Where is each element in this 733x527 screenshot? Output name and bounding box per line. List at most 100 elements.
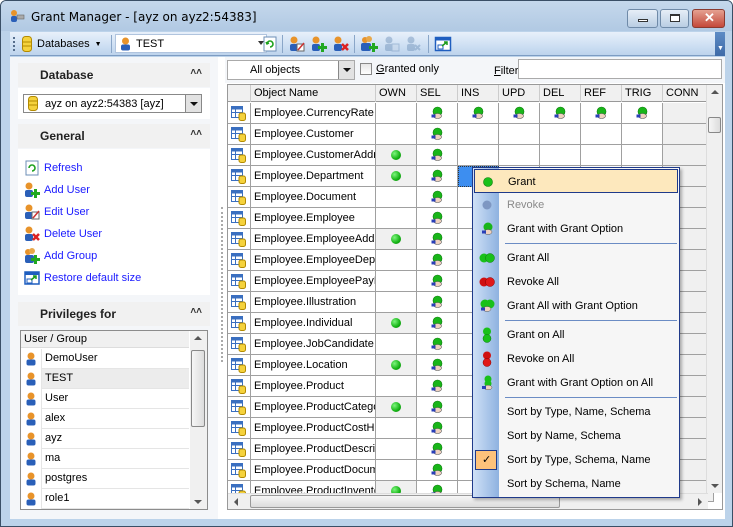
restore-size-icon[interactable] (434, 35, 452, 53)
object-name-cell[interactable]: Employee.ProductCostHi (251, 418, 376, 439)
user-group-column-header[interactable]: User / Group (21, 331, 189, 348)
menu-item-grant[interactable]: Grant (474, 169, 678, 193)
user-list-item[interactable]: TEST (21, 369, 189, 389)
object-name-cell[interactable]: Employee.Illustration (251, 292, 376, 313)
column-header-ref[interactable]: REF (581, 85, 622, 102)
scrollbar-thumb[interactable] (708, 117, 721, 133)
grid-row[interactable]: Employee.CustomerAddr (228, 145, 714, 166)
delete-user-icon[interactable] (332, 35, 350, 53)
privilege-cell-own[interactable] (376, 418, 417, 439)
privilege-cell-own[interactable] (376, 124, 417, 145)
object-name-cell[interactable]: Employee.ProductDescri (251, 439, 376, 460)
privilege-cell-sel[interactable] (417, 313, 458, 334)
database-combo-dropdown-button[interactable] (185, 95, 201, 112)
menu-item-grant-all[interactable]: Grant All (474, 246, 678, 270)
restore-default-size-link[interactable]: Restore default size (24, 269, 141, 287)
maximize-button[interactable] (660, 9, 689, 28)
object-name-cell[interactable]: Employee.Employee (251, 208, 376, 229)
privilege-cell-trig[interactable] (622, 103, 663, 124)
add-user-icon[interactable] (310, 35, 328, 53)
privilege-cell-own[interactable] (376, 355, 417, 376)
privilege-cell-own[interactable] (376, 439, 417, 460)
object-name-cell[interactable]: Employee.Individual (251, 313, 376, 334)
user-list-item[interactable]: ayz (21, 429, 189, 449)
database-combo[interactable]: ayz on ayz2:54383 [ayz] (23, 94, 202, 113)
refresh-icon[interactable] (261, 35, 279, 53)
scrollbar-thumb[interactable] (191, 350, 205, 427)
privilege-cell-sel[interactable] (417, 334, 458, 355)
privilege-cell-sel[interactable] (417, 439, 458, 460)
add-group-link[interactable]: Add Group (24, 247, 97, 265)
privilege-cell-sel[interactable] (417, 292, 458, 313)
privilege-cell-del[interactable] (540, 145, 581, 166)
granted-only-checkbox[interactable] (360, 63, 372, 75)
add-user-link[interactable]: Add User (24, 181, 90, 199)
privilege-cell-own[interactable] (376, 292, 417, 313)
privilege-cell-ins[interactable] (458, 145, 499, 166)
collapse-icon[interactable]: ˄˄ (190, 306, 202, 317)
grid-row[interactable]: Employee.CurrencyRate (228, 103, 714, 124)
object-name-cell[interactable]: Employee.EmployeePayH (251, 271, 376, 292)
filter-input[interactable] (518, 59, 722, 79)
collapse-icon[interactable]: ˄˄ (190, 67, 202, 78)
object-name-cell[interactable]: Employee.ProductCatego (251, 397, 376, 418)
column-header-conn[interactable]: CONN (663, 85, 708, 102)
privilege-cell-own[interactable] (376, 460, 417, 481)
toolbar-grip[interactable] (13, 37, 15, 51)
privilege-cell-sel[interactable] (417, 103, 458, 124)
object-name-cell[interactable]: Employee.JobCandidate (251, 334, 376, 355)
privilege-cell-own[interactable] (376, 250, 417, 271)
privilege-cell-own[interactable] (376, 166, 417, 187)
privilege-cell-del[interactable] (540, 103, 581, 124)
scroll-down-icon[interactable] (711, 484, 719, 488)
scroll-left-icon[interactable] (234, 498, 238, 506)
column-header-ins[interactable]: INS (458, 85, 499, 102)
user-list-item[interactable]: User (21, 389, 189, 409)
add-group-icon[interactable] (360, 35, 378, 53)
privilege-cell-sel[interactable] (417, 460, 458, 481)
privilege-cell-own[interactable] (376, 187, 417, 208)
scroll-down-icon[interactable] (194, 500, 202, 504)
menu-item-sort-by-name-schema[interactable]: Sort by Name, Schema (474, 424, 678, 448)
scroll-right-icon[interactable] (698, 498, 702, 506)
object-type-combo[interactable]: All objects (227, 60, 355, 80)
object-name-cell[interactable]: Employee.Department (251, 166, 376, 187)
object-name-cell[interactable]: Employee.Product (251, 376, 376, 397)
object-name-cell[interactable]: Employee.CurrencyRate (251, 103, 376, 124)
grid-row[interactable]: Employee.Customer (228, 124, 714, 145)
privilege-cell-own[interactable] (376, 103, 417, 124)
privilege-cell-own[interactable] (376, 313, 417, 334)
refresh-link[interactable]: Refresh (24, 159, 83, 177)
privilege-cell-sel[interactable] (417, 208, 458, 229)
privilege-cell-conn[interactable] (663, 124, 708, 145)
privilege-cell-sel[interactable] (417, 229, 458, 250)
user-list-item[interactable]: ma (21, 449, 189, 469)
privilege-cell-ref[interactable] (581, 124, 622, 145)
scroll-up-icon[interactable] (194, 336, 202, 340)
privileges-panel-header[interactable]: Privileges for ˄˄ (18, 302, 210, 326)
privilege-cell-upd[interactable] (499, 145, 540, 166)
column-header-trig[interactable]: TRIG (622, 85, 663, 102)
privilege-cell-sel[interactable] (417, 355, 458, 376)
privilege-cell-own[interactable] (376, 208, 417, 229)
column-header-own[interactable]: OWN (376, 85, 417, 102)
privilege-cell-trig[interactable] (622, 124, 663, 145)
user-list-item[interactable]: postgres (21, 469, 189, 489)
privilege-cell-sel[interactable] (417, 145, 458, 166)
object-name-cell[interactable]: Employee.Document (251, 187, 376, 208)
user-list-item[interactable]: role1 (21, 489, 189, 509)
user-list-scrollbar[interactable] (190, 331, 207, 509)
privilege-cell-sel[interactable] (417, 418, 458, 439)
privilege-cell-sel[interactable] (417, 250, 458, 271)
object-name-cell[interactable]: Employee.Customer (251, 124, 376, 145)
menu-item-grant-with-grant-option-on-all[interactable]: Grant with Grant Option on All (474, 371, 678, 395)
privilege-cell-conn[interactable] (663, 145, 708, 166)
minimize-button[interactable] (627, 9, 658, 28)
privilege-cell-ins[interactable] (458, 103, 499, 124)
edit-user-link[interactable]: Edit User (24, 203, 89, 221)
database-panel-header[interactable]: Database ˄˄ (18, 63, 210, 87)
menu-item-sort-by-type-name-schema[interactable]: Sort by Type, Name, Schema (474, 400, 678, 424)
delete-user-link[interactable]: Delete User (24, 225, 102, 243)
toolbar-overflow-button[interactable]: ▼ (715, 32, 725, 56)
user-group-list[interactable]: User / Group DemoUser TEST User alex ayz ma po… (20, 330, 208, 510)
